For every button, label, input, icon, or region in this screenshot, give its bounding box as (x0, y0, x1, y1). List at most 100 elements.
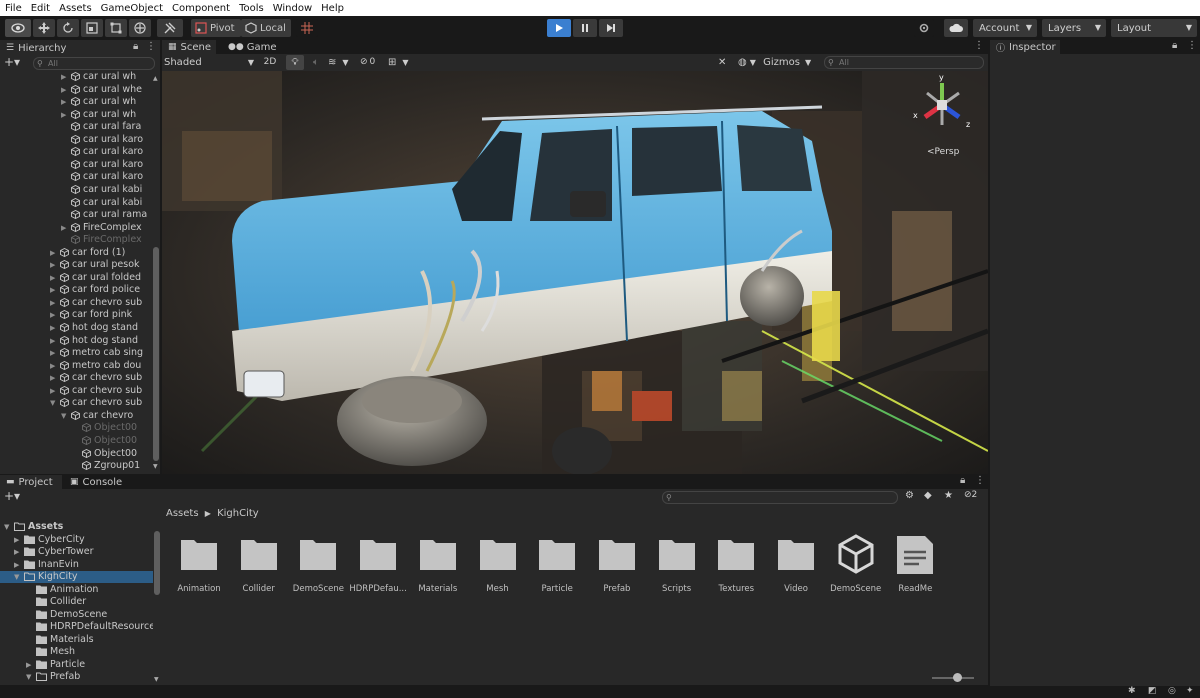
project-tree-item[interactable]: DemoScene (0, 609, 153, 621)
orientation-gizmo[interactable]: y x z <Persp (907, 73, 977, 157)
pivot-toggle[interactable]: Pivot (191, 19, 241, 37)
project-tree-item[interactable]: ▶ Particle (0, 659, 153, 671)
cloud-button[interactable] (944, 19, 968, 37)
lock-icon[interactable]: 🔒︎ (960, 475, 965, 486)
tools-toggle[interactable]: ✕ (718, 55, 732, 70)
hierarchy-item[interactable]: ▶ car chevro sub (0, 385, 152, 397)
move-tool-button[interactable] (33, 19, 55, 37)
hierarchy-item[interactable]: car ural karo (0, 134, 152, 146)
kebab-menu-icon[interactable]: ⋮ (974, 40, 984, 51)
debug-icon[interactable]: ✦ (1186, 686, 1194, 696)
kebab-menu-icon[interactable]: ⋮ (146, 41, 156, 52)
hierarchy-item[interactable]: ▶ metro cab dou (0, 360, 152, 372)
fold-closed-icon[interactable]: ▶ (50, 385, 55, 397)
project-tree-scroll-thumb[interactable] (154, 531, 160, 595)
hierarchy-scroll-thumb[interactable] (153, 247, 159, 461)
hierarchy-item[interactable]: ▼ car chevro sub (0, 397, 152, 409)
step-button[interactable] (599, 19, 623, 37)
scroll-up-icon[interactable]: ▲ (153, 75, 158, 82)
fold-closed-icon[interactable]: ▶ (61, 96, 66, 108)
asset-item[interactable]: Particle (527, 534, 587, 594)
asset-item[interactable]: Collider (229, 534, 289, 594)
project-tree-item[interactable]: ▶ InanEvin (0, 559, 153, 571)
hierarchy-item[interactable]: ▶ car ford pink (0, 309, 152, 321)
hierarchy-item[interactable]: ▶ car ural wh (0, 71, 152, 83)
fold-closed-icon[interactable]: ▶ (61, 222, 66, 234)
fold-closed-icon[interactable]: ▶ (50, 297, 55, 309)
asset-item[interactable]: Video (766, 534, 826, 594)
project-tree-item[interactable]: Animation (0, 584, 153, 596)
hierarchy-scrollbar[interactable]: ▲ ▼ (152, 71, 160, 473)
tab-project[interactable]: ▬ Project (0, 475, 62, 489)
pause-button[interactable] (573, 19, 597, 37)
fold-closed-icon[interactable]: ▶ (61, 71, 66, 83)
hierarchy-item[interactable]: car ural karo (0, 159, 152, 171)
fold-closed-icon[interactable]: ▶ (50, 347, 55, 359)
project-tree-item[interactable]: Mesh (0, 646, 153, 658)
scene-viewport[interactable]: y x z <Persp (162, 71, 988, 474)
hierarchy-item[interactable]: FireComplex (0, 234, 152, 246)
effects-dropdown[interactable]: ≋ ▼ (328, 55, 358, 70)
icon-size-slider-thumb[interactable] (953, 673, 962, 682)
fold-closed-icon[interactable]: ▶ (50, 309, 55, 321)
label-tag-icon[interactable]: ◆ (924, 490, 932, 501)
hierarchy-item[interactable]: car ural rama (0, 209, 152, 221)
project-tree-item[interactable]: Collider (0, 596, 153, 608)
transform-tool-button[interactable] (129, 19, 151, 37)
project-tree-item[interactable]: HDRPDefaultResource (0, 621, 153, 633)
breadcrumb-root[interactable]: Assets (166, 508, 199, 519)
hierarchy-item[interactable]: ▶ car chevro sub (0, 297, 152, 309)
menu-item[interactable]: GameObject (96, 3, 167, 14)
fold-closed-icon[interactable]: ▶ (50, 272, 55, 284)
filter-type-icon[interactable]: ⚙ (905, 490, 914, 501)
fold-open-icon[interactable]: ▼ (50, 397, 55, 409)
gizmos-dropdown[interactable]: ◍ ▼ Gizmos ▼ (738, 55, 818, 70)
fold-open-icon[interactable]: ▼ (14, 571, 19, 583)
hierarchy-item[interactable]: Zgroup01 (0, 460, 152, 472)
project-search-input[interactable]: ⚲ (662, 491, 898, 504)
fold-open-icon[interactable]: ▼ (4, 521, 9, 533)
hierarchy-item[interactable]: car ural kabi (0, 197, 152, 209)
shading-mode-dropdown[interactable]: Shaded ▼ (164, 55, 256, 70)
layout-dropdown[interactable]: Layout ▼ (1111, 19, 1197, 37)
scene-search-input[interactable]: ⚲ All (824, 56, 984, 69)
project-tree-item[interactable]: Materials (0, 634, 153, 646)
fold-closed-icon[interactable]: ▶ (14, 559, 19, 571)
hierarchy-item[interactable]: Object00 (0, 435, 152, 447)
fold-closed-icon[interactable]: ▶ (14, 534, 19, 546)
bug-icon[interactable]: ✱ (1128, 686, 1136, 696)
audio-toggle[interactable]: 🔈︎ (308, 55, 324, 70)
grid-dropdown[interactable]: ⊞ ▼ (388, 55, 416, 70)
menu-item[interactable]: Assets (54, 3, 96, 14)
hierarchy-item[interactable]: ▶ car ford police (0, 284, 152, 296)
kebab-menu-icon[interactable]: ⋮ (975, 475, 985, 486)
kebab-menu-icon[interactable]: ⋮ (1187, 40, 1197, 51)
hierarchy-item[interactable]: ▶ car ural whe (0, 84, 152, 96)
menu-item[interactable]: Help (316, 3, 348, 14)
hidden-objects-toggle[interactable]: ⊘ 0 (360, 55, 386, 70)
hierarchy-item[interactable]: car ural fara (0, 121, 152, 133)
fold-closed-icon[interactable]: ▶ (50, 322, 55, 334)
asset-item[interactable]: Mesh (468, 534, 528, 594)
tab-inspector[interactable]: ⓘ Inspector (990, 40, 1060, 54)
menu-item[interactable]: File (0, 3, 26, 14)
project-tree-scrollbar[interactable]: ▼ (153, 521, 161, 685)
hierarchy-item[interactable]: car ural kabi (0, 184, 152, 196)
asset-item[interactable]: Prefab (587, 534, 647, 594)
menu-item[interactable]: Tools (234, 3, 268, 14)
scroll-down-icon[interactable]: ▼ (153, 463, 158, 470)
progress-icon[interactable]: ◎ (1168, 686, 1176, 696)
layers-dropdown[interactable]: Layers ▼ (1042, 19, 1106, 37)
hierarchy-item[interactable]: car ural karo (0, 171, 152, 183)
fold-closed-icon[interactable]: ▶ (50, 335, 55, 347)
fold-open-icon[interactable]: ▼ (26, 671, 31, 683)
hidden-packages-toggle[interactable]: ⊘2 (964, 490, 977, 500)
lock-icon[interactable]: 🔒︎ (1172, 40, 1177, 51)
scale-tool-button[interactable] (81, 19, 103, 37)
fold-closed-icon[interactable]: ▶ (14, 546, 19, 558)
lock-icon[interactable]: 🔒︎ (133, 41, 138, 52)
project-tree-item[interactable]: ▶ CyberTower (0, 546, 153, 558)
hierarchy-item[interactable]: ▶ car chevro sub (0, 372, 152, 384)
lighting-toggle[interactable]: 💡︎ (286, 55, 304, 70)
fold-closed-icon[interactable]: ▶ (26, 659, 31, 671)
